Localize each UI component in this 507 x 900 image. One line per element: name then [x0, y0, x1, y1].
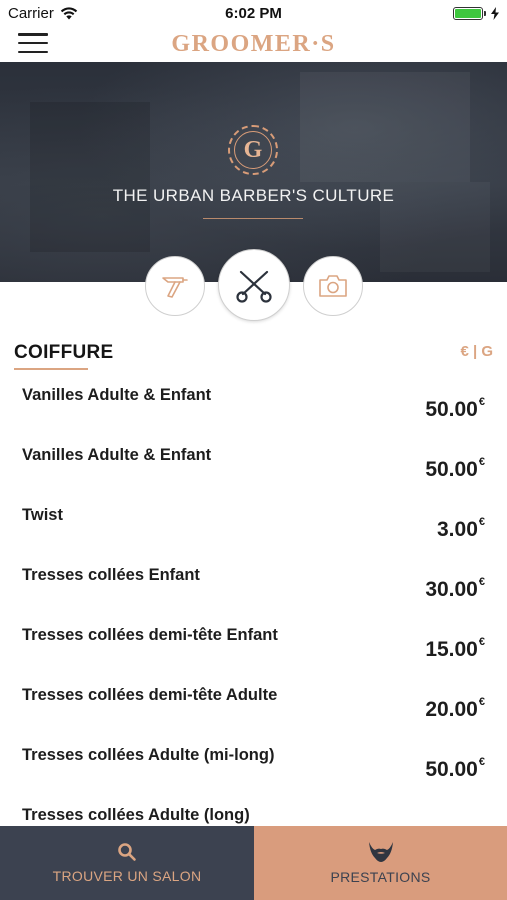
- list-item[interactable]: Tresses collées Adulte (long): [0, 800, 507, 826]
- list-item[interactable]: Tresses collées demi-tête Adulte 20.00€: [0, 680, 507, 740]
- scissors-icon: [236, 270, 272, 303]
- list-item[interactable]: Tresses collées Adulte (mi-long) 50.00€: [0, 740, 507, 800]
- battery-icon: [453, 6, 486, 20]
- service-price: 50.00€: [425, 456, 485, 481]
- camera-category-button[interactable]: [303, 256, 363, 316]
- charging-icon: [491, 6, 499, 20]
- logo-letter: G: [234, 131, 272, 169]
- service-name: Tresses collées Adulte (mi-long): [22, 746, 275, 764]
- service-price: 20.00€: [425, 696, 485, 721]
- search-icon: [118, 843, 136, 861]
- price-list[interactable]: Vanilles Adulte & Enfant 50.00€ Vanilles…: [0, 380, 507, 826]
- service-name: Tresses collées demi-tête Enfant: [22, 626, 278, 644]
- service-price: 15.00€: [425, 636, 485, 661]
- service-name: Vanilles Adulte & Enfant: [22, 386, 212, 404]
- list-item[interactable]: Tresses collées demi-tête Enfant 15.00€: [0, 620, 507, 680]
- service-price: 50.00€: [425, 756, 485, 781]
- service-name: Tresses collées demi-tête Adulte: [22, 686, 278, 704]
- service-price: 50.00€: [425, 396, 485, 421]
- service-price: 3.00€: [437, 516, 485, 541]
- carrier-label: Carrier: [8, 4, 54, 22]
- tab-label: TROUVER UN SALON: [52, 868, 202, 884]
- service-name: Tresses collées Enfant: [22, 566, 200, 584]
- list-item[interactable]: Twist 3.00€: [0, 500, 507, 560]
- scissors-category-button[interactable]: [218, 249, 290, 321]
- nav-bar: GROOMER·S: [0, 26, 507, 62]
- status-bar: Carrier 6:02 PM: [0, 0, 507, 26]
- beard-icon: [368, 842, 393, 862]
- hero-tagline: THE URBAN BARBER'S CULTURE: [112, 186, 395, 205]
- list-item[interactable]: Tresses collées Enfant 30.00€: [0, 560, 507, 620]
- service-price: [484, 818, 485, 826]
- razor-category-button[interactable]: [145, 256, 205, 316]
- section-title: COIFFURE: [14, 342, 114, 363]
- list-item[interactable]: Vanilles Adulte & Enfant 50.00€: [0, 440, 507, 500]
- tab-bar: TROUVER UN SALON PRESTATIONS: [0, 826, 507, 900]
- wifi-icon: [60, 6, 78, 19]
- service-name: Vanilles Adulte & Enfant: [22, 446, 212, 464]
- list-item[interactable]: Vanilles Adulte & Enfant 50.00€: [0, 380, 507, 440]
- tab-trouver-un-salon[interactable]: TROUVER UN SALON: [0, 826, 254, 900]
- razor-icon: [162, 277, 188, 298]
- brand-logo: GROOMER·S: [171, 30, 336, 57]
- service-name: Twist: [22, 506, 63, 524]
- hamburger-icon[interactable]: [18, 31, 48, 55]
- tagline-divider: [203, 218, 303, 219]
- service-price: 30.00€: [425, 576, 485, 601]
- currency-toggle[interactable]: € | G: [460, 343, 493, 360]
- service-name: Tresses collées Adulte (long): [22, 806, 250, 824]
- tab-label: PRESTATIONS: [330, 869, 431, 885]
- barber-logo-badge: G: [228, 125, 278, 175]
- tab-prestations[interactable]: PRESTATIONS: [254, 826, 507, 900]
- section-title-underline: [14, 368, 88, 370]
- camera-icon: [319, 275, 347, 297]
